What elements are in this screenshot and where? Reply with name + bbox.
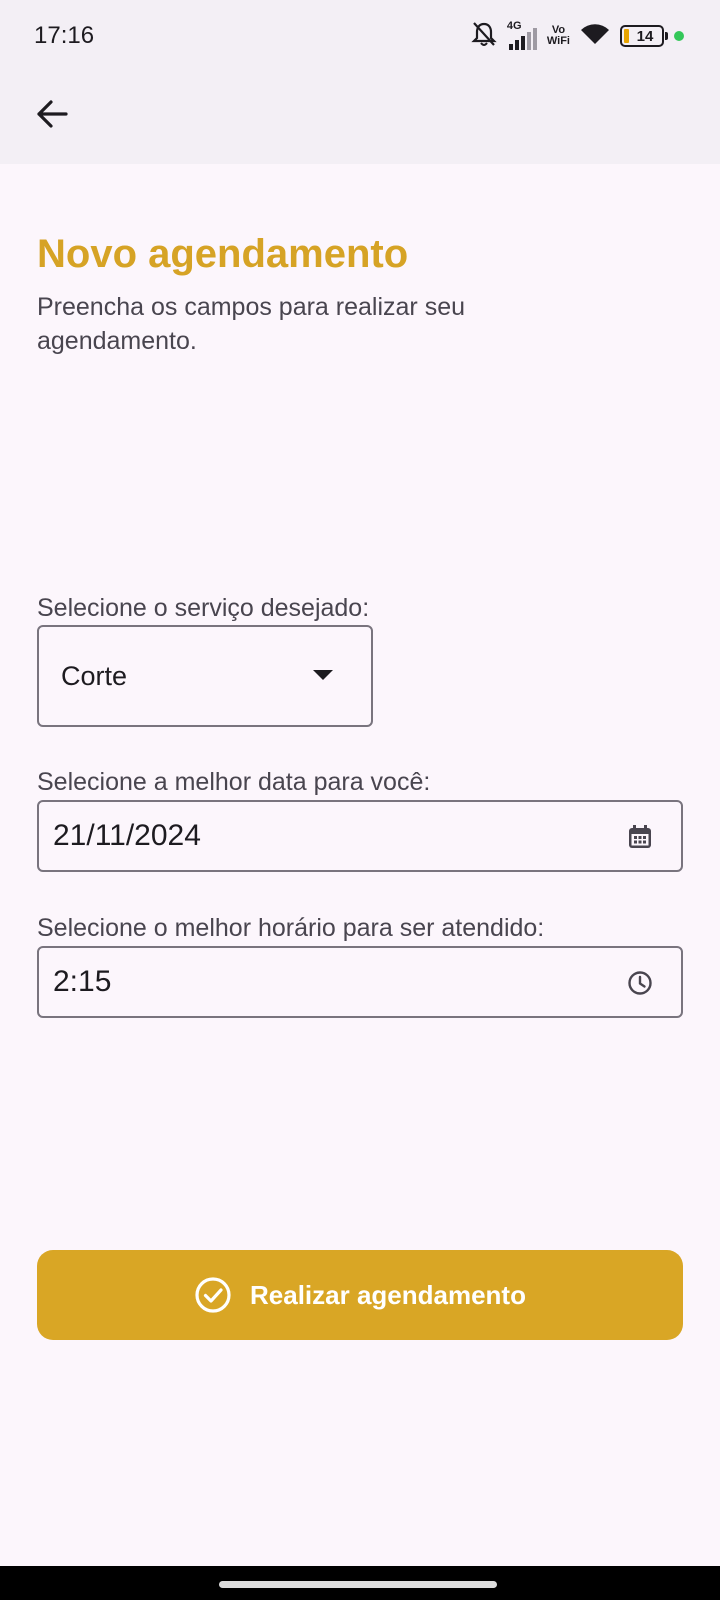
- time-label: Selecione o melhor horário para ser aten…: [37, 914, 545, 942]
- signal-icon: 4G: [506, 20, 537, 50]
- arrow-left-icon: [37, 100, 68, 128]
- wifi-icon: [580, 22, 610, 51]
- network-type: 4G: [506, 20, 522, 32]
- page-title: Novo agendamento: [37, 232, 409, 276]
- date-value: 21/11/2024: [53, 819, 201, 852]
- back-button[interactable]: [28, 90, 76, 138]
- battery-icon: 14: [620, 25, 668, 47]
- status-icons: 4G Vo WiFi 14: [469, 20, 684, 52]
- time-value: 2:15: [53, 965, 112, 998]
- submit-booking-label: Realizar agendamento: [250, 1279, 526, 1310]
- home-indicator[interactable]: [219, 1581, 497, 1588]
- mute-icon: [469, 20, 499, 53]
- caret-down-icon: [313, 670, 333, 680]
- calendar-icon[interactable]: [627, 824, 653, 850]
- system-nav-bar: [0, 1566, 720, 1600]
- battery-level: 14: [636, 27, 654, 45]
- service-dropdown[interactable]: Corte: [37, 625, 373, 727]
- page-subtitle: Preencha os campos para realizar seu age…: [37, 293, 466, 355]
- service-selected-value: Corte: [61, 660, 128, 691]
- vowifi-bottom: WiFi: [546, 35, 570, 47]
- status-time: 17:16: [34, 22, 95, 49]
- app-bar: [0, 72, 720, 164]
- clock-icon[interactable]: [627, 970, 653, 996]
- check-circle-icon: [195, 1277, 231, 1313]
- status-bar: 17:16 4G Vo WiFi 14: [0, 0, 720, 72]
- submit-booking-button[interactable]: Realizar agendamento: [37, 1250, 683, 1340]
- privacy-indicator-icon: [674, 31, 684, 41]
- service-label: Selecione o serviço desejado:: [37, 594, 370, 622]
- date-field[interactable]: 21/11/2024: [37, 800, 683, 872]
- time-field[interactable]: 2:15: [37, 946, 683, 1018]
- vowifi-icon: Vo WiFi: [547, 25, 570, 47]
- date-label: Selecione a melhor data para você:: [37, 768, 431, 796]
